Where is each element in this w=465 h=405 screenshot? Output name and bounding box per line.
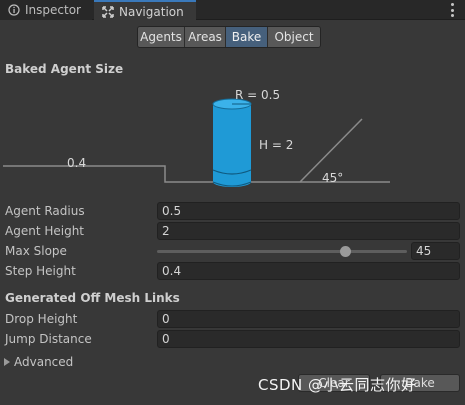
drop-height-field[interactable]: 0 bbox=[157, 310, 460, 328]
mode-button-agents[interactable]: Agents bbox=[138, 27, 185, 47]
jump-distance-label: Jump Distance bbox=[5, 332, 92, 346]
jump-distance-row: Jump Distance 0 bbox=[0, 330, 465, 349]
max-slope-row: Max Slope 45 bbox=[0, 242, 465, 261]
ground-profile-line bbox=[3, 118, 363, 183]
tab-inspector[interactable]: Inspector bbox=[0, 0, 92, 20]
advanced-label: Advanced bbox=[14, 355, 74, 369]
tab-label: Navigation bbox=[119, 4, 184, 19]
slider-handle[interactable] bbox=[339, 246, 351, 257]
step-height-label-text: Step Height bbox=[5, 264, 76, 278]
tab-label: Inspector bbox=[25, 3, 81, 17]
advanced-foldout[interactable]: Advanced bbox=[4, 355, 73, 369]
drop-height-label: Drop Height bbox=[5, 312, 78, 326]
max-slope-slider[interactable] bbox=[157, 246, 407, 257]
agent-height-row: Agent Height 2 bbox=[0, 222, 465, 241]
height-label: H = 2 bbox=[259, 138, 293, 152]
agent-radius-field[interactable]: 0.5 bbox=[157, 202, 460, 220]
more-options-icon[interactable] bbox=[449, 3, 455, 17]
tab-bar: Inspector Navigation bbox=[0, 0, 465, 21]
agent-height-label: Agent Height bbox=[5, 224, 85, 238]
tab-navigation[interactable]: Navigation bbox=[94, 0, 196, 21]
agent-height-field[interactable]: 2 bbox=[157, 222, 460, 240]
agent-size-diagram: R = 0.5 H = 2 0.4 45° bbox=[3, 88, 390, 187]
agent-cylinder bbox=[212, 98, 252, 187]
step-height-field[interactable]: 0.4 bbox=[157, 262, 460, 280]
agent-radius-label: Agent Radius bbox=[5, 204, 85, 218]
jump-distance-field[interactable]: 0 bbox=[157, 330, 460, 348]
radius-label: R = 0.5 bbox=[235, 88, 280, 102]
mode-button-areas[interactable]: Areas bbox=[185, 27, 226, 47]
mode-button-bake[interactable]: Bake bbox=[226, 27, 268, 47]
watermark-text: CSDN @小云同志你好 bbox=[258, 376, 417, 394]
max-slope-field[interactable]: 45 bbox=[411, 242, 460, 260]
info-icon bbox=[8, 4, 20, 16]
baked-agent-size-header: Baked Agent Size bbox=[5, 62, 124, 76]
step-height-label: 0.4 bbox=[67, 156, 86, 170]
agent-radius-row: Agent Radius 0.5 bbox=[0, 202, 465, 221]
step-height-row: Step Height 0.4 bbox=[0, 262, 465, 281]
max-slope-label: Max Slope bbox=[5, 244, 67, 258]
slope-label: 45° bbox=[322, 171, 343, 185]
drop-height-row: Drop Height 0 bbox=[0, 310, 465, 329]
navigation-mode-toolbar: Agents Areas Bake Object bbox=[137, 26, 321, 48]
navigation-icon bbox=[102, 5, 114, 18]
offmesh-links-header: Generated Off Mesh Links bbox=[5, 291, 180, 305]
foldout-arrow-icon bbox=[4, 358, 10, 366]
mode-button-object[interactable]: Object bbox=[268, 27, 320, 47]
